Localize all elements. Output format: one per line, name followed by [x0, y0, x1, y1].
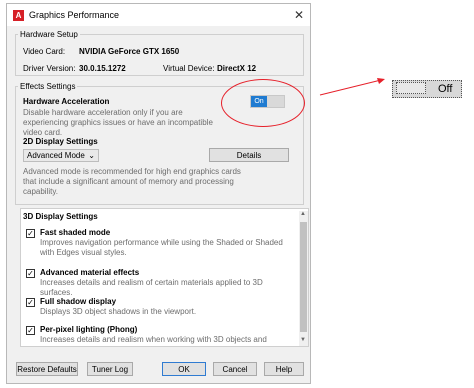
item-label: Fast shaded mode — [40, 228, 111, 237]
2d-mode-desc: Advanced mode is recommended for high en… — [23, 167, 241, 196]
ok-button[interactable]: OK — [162, 362, 206, 376]
tuner-log-button[interactable]: Tuner Log — [87, 362, 133, 376]
chevron-down-icon: ⌄ — [88, 151, 95, 160]
item-desc: Displays 3D object shadows in the viewpo… — [40, 307, 197, 316]
cancel-button[interactable]: Cancel — [213, 362, 257, 376]
scroll-down-icon[interactable]: ▼ — [300, 337, 306, 343]
callout-ellipse — [221, 79, 305, 127]
2d-mode-selected-value: Advanced Mode — [27, 151, 85, 160]
3d-display-settings-title: 3D Display Settings — [23, 212, 98, 221]
scrollbar-thumb[interactable] — [300, 222, 307, 332]
graphics-performance-dialog: A Graphics Performance ✕ Hardware Setup … — [6, 3, 311, 384]
hardware-acceleration-title: Hardware Acceleration — [23, 97, 110, 106]
checkbox-full-shadow[interactable]: ✓ — [26, 298, 35, 307]
checkbox-fast-shaded[interactable]: ✓ — [26, 229, 35, 238]
item-desc: Increases details and realism of certain… — [40, 278, 263, 297]
off-toggle-label: Off — [438, 83, 453, 95]
hardware-setup-legend: Hardware Setup — [20, 30, 78, 39]
item-label: Full shadow display — [40, 297, 117, 306]
scroll-up-icon[interactable]: ▲ — [300, 211, 306, 217]
off-toggle-knob — [396, 82, 426, 94]
driver-version-label: Driver Version: — [23, 64, 76, 73]
help-button[interactable]: Help — [264, 362, 304, 376]
2d-display-settings-title: 2D Display Settings — [23, 137, 98, 146]
autocad-app-icon: A — [13, 10, 24, 21]
details-button[interactable]: Details — [209, 148, 289, 162]
close-icon[interactable]: ✕ — [294, 8, 304, 22]
item-label: Advanced material effects — [40, 268, 140, 277]
callout-arrow-icon — [319, 78, 385, 96]
driver-version-value: 30.0.15.1272 — [79, 64, 126, 73]
2d-mode-select[interactable]: Advanced Mode ⌄ — [23, 149, 99, 162]
item-desc: Improves navigation performance while us… — [40, 238, 283, 257]
restore-defaults-button[interactable]: Restore Defaults — [16, 362, 78, 376]
video-card-value: NVIDIA GeForce GTX 1650 — [79, 47, 180, 56]
virtual-device-label: Virtual Device: — [163, 64, 215, 73]
3d-display-settings-panel[interactable]: ✓ Fast shaded mode Improves navigation p… — [20, 208, 309, 347]
item-label: Per-pixel lighting (Phong) — [40, 325, 138, 334]
item-desc: Increases details and realism when worki… — [40, 335, 267, 346]
checkbox-advanced-material[interactable]: ✓ — [26, 269, 35, 278]
effects-settings-legend: Effects Settings — [20, 82, 76, 91]
hardware-acceleration-desc: Disable hardware acceleration only if yo… — [23, 108, 213, 137]
checkbox-per-pixel-lighting[interactable]: ✓ — [26, 326, 35, 335]
title-bar: A Graphics Performance ✕ — [7, 4, 310, 26]
video-card-label: Video Card: — [23, 47, 66, 56]
window-title: Graphics Performance — [29, 10, 120, 20]
virtual-device-value: DirectX 12 — [217, 64, 257, 73]
